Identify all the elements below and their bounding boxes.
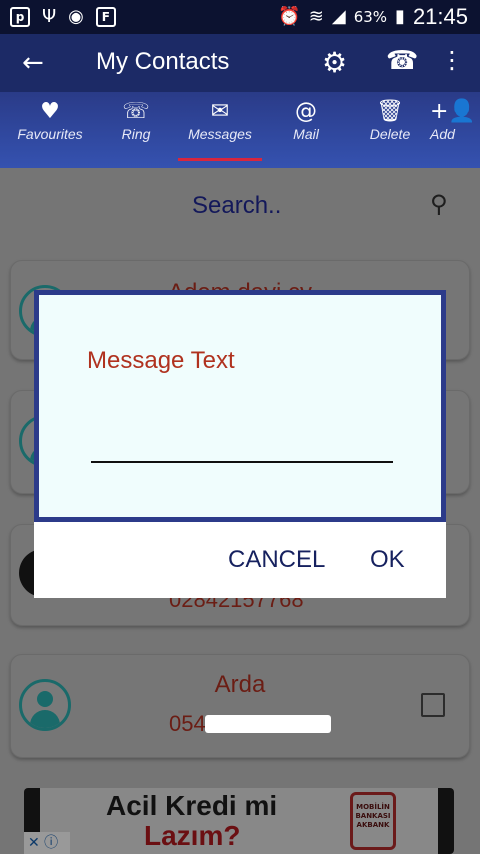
contact-card[interactable]: Arda 054 — [10, 654, 470, 758]
usb-icon: Ψ — [42, 6, 57, 27]
tab-mail[interactable]: @ Mail — [266, 98, 346, 142]
contact-name: Arda — [214, 671, 266, 698]
dialog-actions: CANCEL OK — [34, 522, 446, 598]
clock: 21:45 — [412, 4, 468, 29]
tab-add[interactable]: +👤 Add — [430, 98, 480, 142]
notification-f-icon: F — [95, 7, 116, 27]
envelope-icon: ✉ — [210, 99, 230, 124]
ok-button[interactable]: OK — [370, 546, 405, 574]
heart-folder-icon: ♥ — [40, 99, 60, 124]
signal-icon: ◢ — [331, 6, 346, 27]
tab-bar: ♥ Favourites ☏ Ring ✉ Messages @ Mail 🗑 … — [0, 92, 480, 168]
ad-close-icon[interactable]: ✕ ⓘ — [24, 832, 70, 854]
tab-delete[interactable]: 🗑 Delete — [350, 98, 430, 142]
cancel-button[interactable]: CANCEL — [228, 546, 325, 574]
ad-subheadline: Lazım? — [144, 820, 241, 851]
dialog-body: Message Text — [34, 290, 446, 522]
back-arrow-icon[interactable]: ← — [22, 48, 44, 78]
app-bar: ← My Contacts ⚙ ☎ ⋮ — [0, 34, 480, 92]
message-dialog: Message Text CANCEL OK — [34, 290, 446, 598]
search-icon[interactable]: ⚲ — [430, 190, 448, 218]
sync-icon: ◉ — [68, 6, 84, 27]
status-bar: p Ψ ◉ F ⏰ ≋ ◢ 63% ▮ 21:45 — [0, 0, 480, 34]
tab-selected-indicator — [178, 158, 262, 161]
tab-label: Add — [430, 126, 455, 142]
trash-icon: 🗑 — [376, 99, 404, 124]
battery-percent: 63% — [353, 8, 388, 26]
notification-p-icon: p — [10, 7, 30, 27]
address-book-icon: @ — [295, 99, 317, 124]
alarm-icon: ⏰ — [278, 6, 301, 27]
tab-label: Delete — [369, 126, 411, 142]
tab-label: Ring — [121, 126, 151, 142]
app-title: My Contacts — [96, 48, 230, 75]
ad-headline: Acil Kredi mi — [106, 790, 278, 821]
gear-icon[interactable]: ⚙ — [322, 46, 347, 79]
message-text-input[interactable] — [91, 415, 393, 463]
tab-messages[interactable]: ✉ Messages — [180, 98, 260, 142]
search-input[interactable]: Search.. — [192, 192, 281, 220]
redacted-phone — [205, 715, 331, 733]
tab-label: Messages — [188, 126, 252, 142]
add-person-icon: +👤 — [430, 99, 476, 124]
tab-label: Favourites — [17, 126, 83, 142]
tab-label: Mail — [293, 126, 319, 142]
more-vert-icon[interactable]: ⋮ — [440, 46, 464, 74]
battery-icon: ▮ — [395, 6, 405, 27]
dialog-title: Message Text — [87, 347, 235, 374]
wifi-icon: ≋ — [308, 6, 324, 27]
select-checkbox[interactable] — [421, 693, 445, 717]
ad-banner[interactable]: Acil Kredi mi Lazım? MOBİLİN BANKASI AKB… — [24, 788, 454, 854]
phone-icon: ☏ — [122, 99, 150, 124]
contact-phone: 054 — [169, 711, 206, 736]
tab-favourites[interactable]: ♥ Favourites — [10, 98, 90, 142]
tab-ring[interactable]: ☏ Ring — [96, 98, 176, 142]
dialpad-icon[interactable]: ☎ — [386, 46, 418, 76]
ad-logo: MOBİLİN BANKASI AKBANK — [350, 792, 396, 850]
